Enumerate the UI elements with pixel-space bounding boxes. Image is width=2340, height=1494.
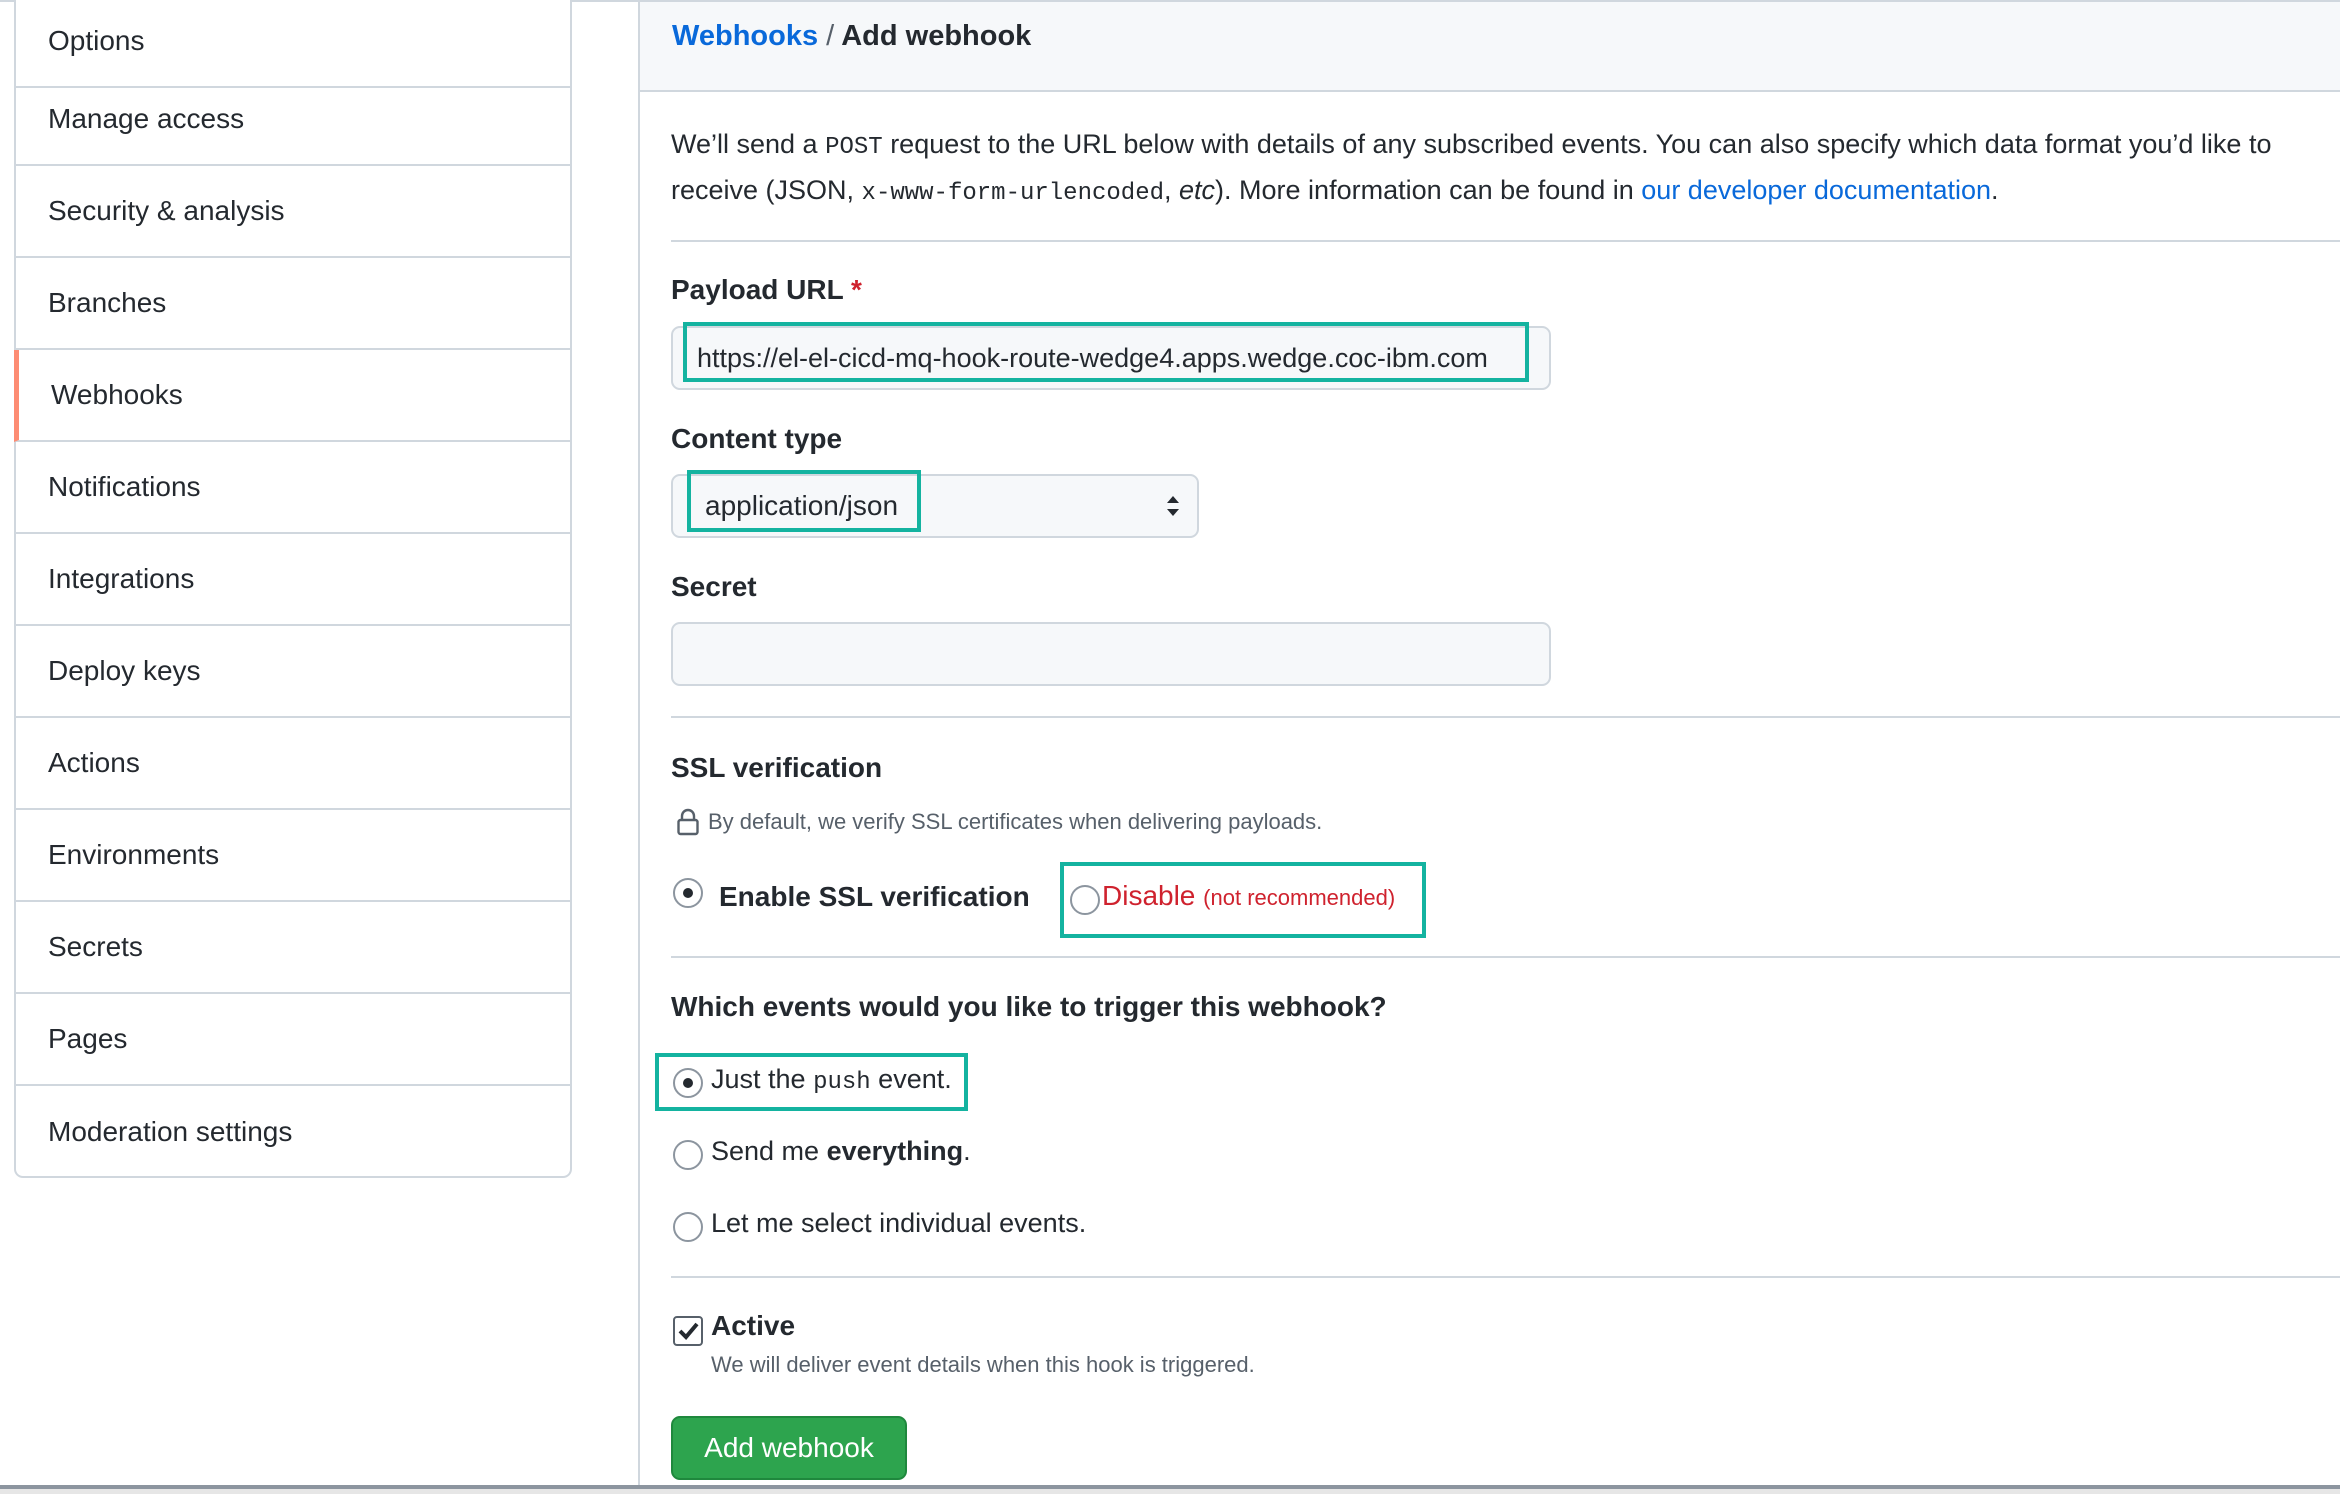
sidebar-item-moderation-settings[interactable]: Moderation settings	[16, 1086, 570, 1178]
ssl-note-text: By default, we verify SSL certificates w…	[708, 809, 1323, 834]
intro-segment: ,	[1164, 175, 1180, 205]
lock-icon	[677, 808, 699, 836]
sidebar-item-label: Branches	[48, 287, 167, 318]
sidebar-item-label: Actions	[48, 747, 140, 778]
breadcrumb: Webhooks / Add webhook	[672, 20, 1031, 53]
option-text: Send me	[711, 1136, 827, 1166]
page-header: Webhooks / Add webhook	[640, 2, 2340, 92]
sidebar-item-webhooks[interactable]: Webhooks	[14, 350, 570, 442]
active-label[interactable]: Active	[711, 1310, 795, 1342]
intro-segment: We’ll send a	[671, 129, 826, 159]
secret-input[interactable]	[671, 622, 1551, 686]
sidebar-item-label: Options	[48, 25, 145, 56]
intro-segment: ). More information can be found in	[1215, 175, 1642, 205]
sidebar-item-label: Manage access	[48, 103, 245, 134]
intro-etc: etc	[1179, 175, 1216, 205]
sidebar-item-label: Secrets	[48, 931, 143, 962]
sidebar-item-label: Environments	[48, 839, 220, 870]
option-text: .	[963, 1136, 971, 1166]
push-code: push	[813, 1069, 871, 1096]
sidebar-item-manage-access[interactable]: Manage access	[16, 74, 570, 166]
secret-label: Secret	[671, 571, 757, 602]
sidebar-item-label: Notifications	[48, 471, 201, 502]
content-type-value: application/json	[705, 490, 899, 521]
payload-url-input[interactable]: https://el-el-cicd-mq-hook-route-wedge4.…	[671, 326, 1551, 390]
divider	[671, 956, 2340, 958]
main-panel-border	[638, 0, 640, 1486]
settings-sidebar: Options Manage access Security & analysi…	[14, 0, 572, 1178]
events-push-label[interactable]: Just the push event.	[711, 1064, 952, 1096]
page-title: Add webhook	[841, 20, 1032, 52]
sidebar-item-integrations[interactable]: Integrations	[16, 534, 570, 626]
sidebar-item-deploy-keys[interactable]: Deploy keys	[16, 626, 570, 718]
ssl-note: By default, we verify SSL certificates w…	[676, 808, 1322, 836]
ssl-disable-label[interactable]: Disable (not recommended)	[1102, 880, 1395, 912]
divider	[671, 1276, 2340, 1278]
divider	[671, 716, 2340, 718]
events-individual-radio[interactable]	[673, 1212, 703, 1242]
content-type-select[interactable]: application/json	[671, 474, 1199, 538]
ssl-disable-radio[interactable]	[1070, 885, 1100, 915]
active-checkbox[interactable]	[673, 1316, 703, 1346]
option-bold-text: everything	[826, 1136, 964, 1166]
ssl-enable-radio[interactable]	[673, 878, 703, 908]
option-text: Just the	[711, 1064, 814, 1094]
divider	[671, 240, 2340, 242]
payload-url-label-text: Payload URL	[671, 274, 844, 305]
checkmark-icon	[678, 1322, 699, 1340]
sidebar-item-branches[interactable]: Branches	[16, 258, 570, 350]
option-text: event.	[870, 1064, 952, 1094]
sidebar-item-label: Moderation settings	[48, 1116, 293, 1147]
events-everything-radio[interactable]	[673, 1140, 703, 1170]
active-note: We will deliver event details when this …	[711, 1352, 1255, 1377]
developer-docs-link[interactable]: our developer documentation	[1641, 175, 1991, 205]
ssl-verification-title: SSL verification	[671, 752, 883, 783]
intro-code-post: POST	[825, 134, 883, 161]
sidebar-item-label: Security & analysis	[48, 195, 285, 226]
sidebar-item-label: Webhooks	[51, 379, 183, 410]
sidebar-item-label: Deploy keys	[48, 655, 201, 686]
intro-code-urlencoded: x-www-form-urlencoded	[861, 180, 1164, 207]
ssl-disable-text: Disable	[1102, 880, 1196, 911]
ssl-enable-label[interactable]: Enable SSL verification	[719, 881, 1030, 913]
sidebar-item-secrets[interactable]: Secrets	[16, 902, 570, 994]
sidebar-item-label: Pages	[48, 1023, 128, 1054]
sidebar-item-security-analysis[interactable]: Security & analysis	[16, 166, 570, 258]
sidebar-item-pages[interactable]: Pages	[16, 994, 570, 1086]
breadcrumb-webhooks-link[interactable]: Webhooks	[672, 20, 818, 52]
bottom-bar	[0, 1489, 2340, 1494]
sidebar-item-environments[interactable]: Environments	[16, 810, 570, 902]
events-everything-label[interactable]: Send me everything.	[711, 1136, 971, 1167]
required-mark: *	[850, 274, 862, 305]
events-push-radio[interactable]	[673, 1068, 703, 1098]
ssl-disable-note: (not recommended)	[1203, 885, 1396, 910]
events-question: Which events would you like to trigger t…	[671, 991, 1387, 1022]
intro-segment: .	[1991, 175, 1999, 205]
select-arrows-icon	[1167, 496, 1179, 516]
payload-url-label: Payload URL *	[671, 274, 862, 306]
sidebar-item-actions[interactable]: Actions	[16, 718, 570, 810]
content-type-label: Content type	[671, 423, 843, 454]
intro-text: We’ll send a POST request to the URL bel…	[671, 123, 2340, 215]
sidebar-item-label: Integrations	[48, 563, 195, 594]
events-individual-label[interactable]: Let me select individual events.	[711, 1208, 1086, 1239]
sidebar-item-notifications[interactable]: Notifications	[16, 442, 570, 534]
payload-url-value: https://el-el-cicd-mq-hook-route-wedge4.…	[697, 342, 1488, 373]
breadcrumb-separator: /	[826, 20, 835, 52]
add-webhook-button[interactable]: Add webhook	[671, 1416, 907, 1480]
